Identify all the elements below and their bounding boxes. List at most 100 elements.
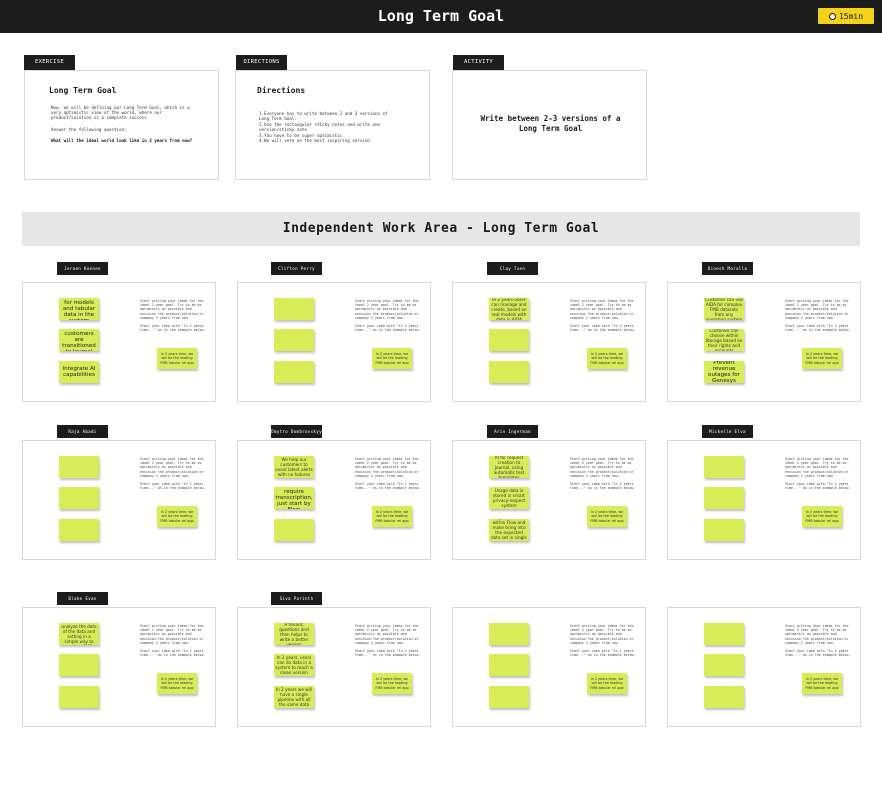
instructions-example-hint: Start your idea with "In 2 years time...…: [785, 482, 851, 491]
instructions-example-hint: Start your idea with "In 2 years time...…: [140, 482, 206, 491]
sticky-note[interactable]: [274, 329, 314, 351]
participant-card[interactable]: Make user to analyze the data of the dat…: [22, 607, 216, 727]
example-sticky-note[interactable]: In 2 years time, we will be the leading …: [587, 506, 627, 527]
sticky-note[interactable]: [59, 519, 99, 541]
sticky-note[interactable]: Make user to analyze the data of the dat…: [59, 623, 99, 645]
example-sticky-note[interactable]: In 2 years time, we will be the leading …: [372, 673, 412, 694]
sticky-note[interactable]: Prevent revenue outages for Genesys: [704, 361, 744, 383]
sticky-note[interactable]: [59, 487, 99, 509]
sticky-note[interactable]: Integrate AI capabilities: [59, 361, 99, 383]
participant-card[interactable]: Customer can use AIDA for complex FMB da…: [667, 282, 861, 402]
instructions-example-hint: Start your idea with "In 2 years time...…: [355, 482, 421, 491]
sticky-note[interactable]: Organize tasks within Flow and make brin…: [489, 519, 529, 541]
example-sticky-note[interactable]: In 2 years time, we will be the leading …: [157, 348, 197, 369]
instructions-example-hint: Start your idea with "In 2 years time...…: [570, 649, 636, 658]
sticky-note[interactable]: [704, 686, 744, 708]
sticky-note[interactable]: In 2 years we will have a single pipelin…: [274, 686, 314, 708]
instructions-text: Start writing your ideas for the ideal 2…: [570, 457, 634, 478]
exercise-body: Now, we will be defining our Long Term G…: [51, 105, 190, 121]
activity-card[interactable]: Write between 2-3 versions of a Long Ter…: [452, 70, 647, 180]
sticky-note[interactable]: [704, 487, 744, 509]
sticky-note[interactable]: [704, 456, 744, 478]
sticky-note[interactable]: [489, 686, 529, 708]
participant-card[interactable]: Start writing your ideas for the ideal 2…: [452, 607, 646, 727]
instructions-text: Start writing your ideas for the ideal 2…: [355, 299, 419, 320]
instructions-text: Start writing your ideas for the ideal 2…: [785, 624, 849, 645]
sticky-note[interactable]: Customer can use AIDA for complex FMB da…: [704, 298, 744, 320]
instructions-example-hint: Start your idea with "In 2 years time...…: [140, 324, 206, 333]
participant-card[interactable]: AI for request creation to Journal, usin…: [452, 440, 646, 560]
example-sticky-note[interactable]: In 2 years time, we will be the leading …: [372, 506, 412, 527]
instructions-example-hint: Start your idea with "In 2 years time...…: [570, 482, 636, 491]
instructions-example-hint: Start your idea with "In 2 years time...…: [355, 649, 421, 658]
sticky-note[interactable]: In 2 years, users can do data in a syste…: [274, 654, 314, 676]
top-bar: Long Term Goal 15min: [0, 0, 882, 33]
sticky-note[interactable]: [704, 654, 744, 676]
activity-tag: ACTIVITY: [453, 55, 504, 70]
instructions-example-hint: Start your idea with "In 2 years time...…: [785, 324, 851, 333]
participant-card[interactable]: Start writing your ideas for the ideal 2…: [667, 607, 861, 727]
sticky-note[interactable]: [59, 654, 99, 676]
sticky-note[interactable]: [59, 456, 99, 478]
sticky-note[interactable]: [489, 361, 529, 383]
instructions-text: Start writing your ideas for the ideal 2…: [785, 457, 849, 478]
example-sticky-note[interactable]: In 2 years time, we will be the leading …: [372, 348, 412, 369]
instructions-example-hint: Start your idea with "In 2 years time...…: [140, 649, 206, 658]
participant-card[interactable]: Start writing your ideas for the ideal 2…: [237, 282, 431, 402]
instructions-text: Start writing your ideas for the ideal 2…: [785, 299, 849, 320]
participant-card[interactable]: A tenant, questions and then helps to wr…: [237, 607, 431, 727]
exercise-tag: EXERCISE: [24, 55, 75, 70]
sticky-note[interactable]: A tenant, questions and then helps to wr…: [274, 623, 314, 645]
sticky-note[interactable]: [274, 519, 314, 541]
example-sticky-note[interactable]: In 2 years time, we will be the leading …: [802, 348, 842, 369]
sticky-note[interactable]: We help our customers to avoid latest al…: [274, 456, 314, 478]
section-banner: Independent Work Area - Long Term Goal: [22, 212, 860, 246]
example-sticky-note[interactable]: In 2 years time, we will be the leading …: [157, 506, 197, 527]
example-sticky-note[interactable]: In 2 years time, we will be the leading …: [802, 673, 842, 694]
timer-button[interactable]: 15min: [818, 8, 874, 24]
participant-name-tag: Arin Ingerman: [487, 425, 538, 438]
example-sticky-note[interactable]: In 2 years time, we will be the leading …: [587, 348, 627, 369]
sticky-note[interactable]: [59, 686, 99, 708]
sticky-note[interactable]: [704, 623, 744, 645]
instructions-text: Start writing your ideas for the ideal 2…: [140, 624, 204, 645]
sticky-note[interactable]: [489, 623, 529, 645]
timer-icon: [828, 12, 836, 20]
sticky-note[interactable]: [274, 361, 314, 383]
directions-tag: DIRECTIONS: [236, 55, 287, 70]
sticky-note[interactable]: Will be used for models and tabular data…: [59, 298, 99, 320]
section-banner-title: Independent Work Area - Long Term Goal: [282, 221, 600, 236]
example-sticky-note[interactable]: In 2 years time, we will be the leading …: [587, 673, 627, 694]
sticky-note[interactable]: [274, 298, 314, 320]
exercise-card[interactable]: Long Term Goal Now, we will be defining …: [24, 70, 219, 180]
participant-name-tag: Siva Parinth: [271, 592, 322, 605]
participant-card[interactable]: We help our customers to avoid latest al…: [237, 440, 431, 560]
sticky-note[interactable]: In 2 years users can manage and create, …: [489, 298, 529, 320]
timer-label: 15min: [838, 11, 864, 21]
sticky-note[interactable]: 75% customers are transitioned to Journa…: [59, 329, 99, 351]
instructions-example-hint: Start your idea with "In 2 years time...…: [785, 649, 851, 658]
participant-name-tag: Mickelle Elva: [702, 425, 753, 438]
sticky-note[interactable]: Customer can choose within Storage based…: [704, 329, 744, 351]
sticky-note[interactable]: Usage data is stored in smart privacy-re…: [489, 487, 529, 509]
participant-card[interactable]: Start writing your ideas for the ideal 2…: [22, 440, 216, 560]
sticky-note[interactable]: [489, 654, 529, 676]
sticky-note[interactable]: [489, 329, 529, 351]
participant-card[interactable]: Will be used for models and tabular data…: [22, 282, 216, 402]
example-sticky-note[interactable]: In 2 years time, we will be the leading …: [157, 673, 197, 694]
instructions-example-hint: Start your idea with "In 2 years time...…: [570, 324, 636, 333]
participant-card[interactable]: Start writing your ideas for the ideal 2…: [667, 440, 861, 560]
instructions-text: Start writing your ideas for the ideal 2…: [140, 299, 204, 320]
participant-card[interactable]: In 2 years users can manage and create, …: [452, 282, 646, 402]
directions-step-4: 4.We will vote on the most inspiring ver…: [259, 138, 370, 143]
directions-title: Directions: [257, 86, 306, 95]
directions-card[interactable]: Directions 1.Everyone has to write betwe…: [235, 70, 430, 180]
sticky-note[interactable]: [704, 519, 744, 541]
sticky-note[interactable]: Do not require transcription, just start…: [274, 487, 314, 509]
exercise-question: What will the ideal world look like in 2…: [51, 138, 193, 143]
exercise-prompt: Answer the following question:: [51, 127, 127, 132]
sticky-note[interactable]: AI for request creation to Journal, usin…: [489, 456, 529, 478]
participant-name-tag: Clifton Perry: [271, 262, 322, 275]
example-sticky-note[interactable]: In 2 years time, we will be the leading …: [802, 506, 842, 527]
instructions-text: Start writing your ideas for the ideal 2…: [570, 624, 634, 645]
